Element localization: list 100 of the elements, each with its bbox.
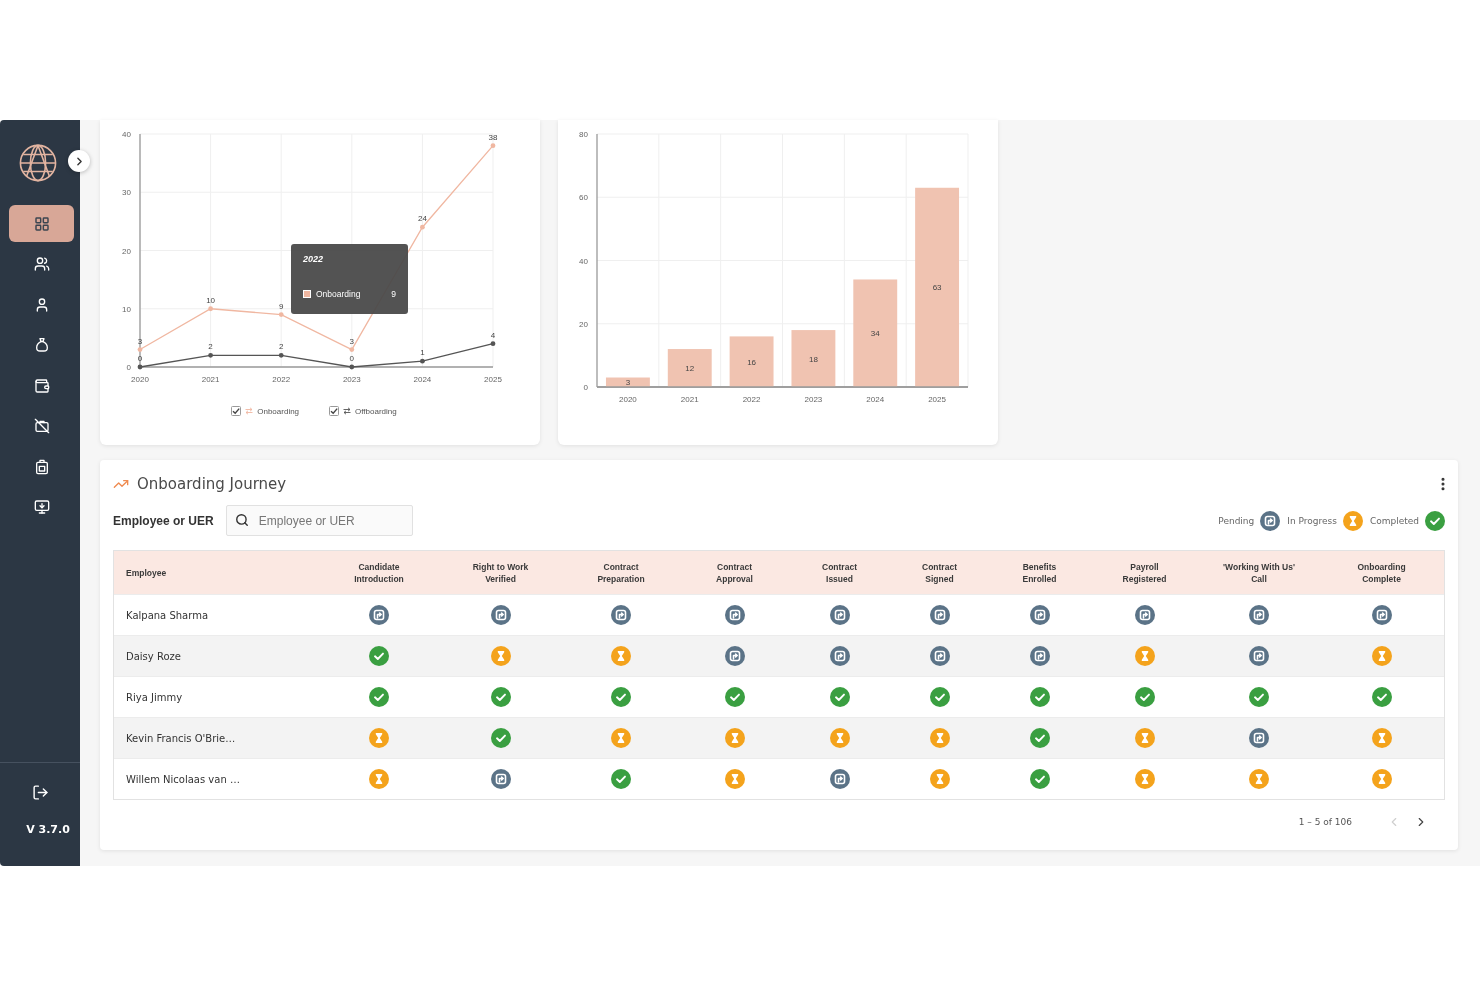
- data-label: 18: [808, 354, 818, 364]
- search-icon: [234, 513, 249, 527]
- chart-point: [278, 312, 284, 317]
- briefcase-off-icon: [33, 418, 50, 434]
- chart-bar: [729, 336, 774, 387]
- column-header: Benefits Enrolled: [1021, 560, 1058, 585]
- axis-tick-label: 2021: [680, 395, 699, 404]
- axis-tick-label: 2020: [131, 375, 149, 384]
- globe-logo: [19, 144, 57, 182]
- data-label: 3: [625, 378, 631, 388]
- column-header: Contract Approval: [715, 560, 754, 585]
- monitor-download-icon: [33, 499, 50, 515]
- chart-point: [420, 358, 425, 364]
- column-header: Contract Preparation: [596, 560, 646, 585]
- table-cell-text: Riya Jimmy: [125, 691, 184, 703]
- data-label: 9: [278, 301, 284, 311]
- axis-tick-label: 0: [126, 363, 131, 372]
- column-header: Candidate Introduction: [353, 560, 405, 585]
- legend-label: Pending: [1218, 515, 1255, 526]
- axis-tick-label: 2023: [342, 375, 361, 384]
- data-label: 16: [747, 357, 757, 367]
- tooltip-value: 9: [391, 289, 396, 299]
- users-icon: [33, 256, 50, 272]
- axis-tick-label: 40: [122, 130, 131, 139]
- tooltip-title: 2022: [303, 253, 324, 265]
- legend-checkbox[interactable]: [231, 406, 242, 416]
- arrows-icon: [245, 407, 254, 415]
- arrows-icon: [343, 407, 352, 415]
- data-label: 10: [206, 295, 216, 305]
- column-header: Onboarding Complete: [1356, 560, 1407, 585]
- axis-tick-label: 80: [579, 130, 588, 139]
- chart-point: [420, 224, 425, 230]
- column-header: Payroll Registered: [1121, 560, 1168, 585]
- card-title: Onboarding Journey: [137, 475, 287, 493]
- chart-point: [137, 347, 143, 352]
- legend-label: Onboarding: [257, 406, 300, 416]
- table-cell-text: Kevin Francis O'Brie…: [125, 732, 237, 744]
- chart-point: [490, 341, 496, 347]
- swatch-icon: [303, 290, 311, 298]
- chart-point: [208, 352, 213, 358]
- axis-tick-label: 2023: [804, 395, 823, 404]
- axis-tick-label: 2020: [619, 395, 637, 404]
- data-label: 2: [278, 342, 284, 352]
- case-icon: [33, 458, 50, 475]
- chart-point: [349, 364, 355, 370]
- data-label: 63: [932, 283, 942, 293]
- axis-tick-label: 60: [579, 193, 588, 203]
- table-cell-text: Kalpana Sharma: [125, 609, 210, 621]
- chart-point: [349, 347, 355, 352]
- wallet-icon: [33, 377, 50, 394]
- axis-tick-label: 20: [579, 319, 588, 329]
- axis-tick-label: 2025: [484, 375, 502, 384]
- chart-bar: [667, 349, 712, 387]
- axis-tick-label: 2021: [201, 375, 220, 384]
- data-label: 0: [349, 354, 355, 363]
- expand-button[interactable]: [68, 150, 90, 172]
- column-header: Right to Work Verified: [471, 560, 530, 585]
- axis-tick-label: 30: [122, 188, 131, 198]
- table-cell-text: Willem Nicolaas van …: [125, 773, 241, 785]
- version-label: V 3.7.0: [25, 823, 70, 836]
- column-header: Contract Issued: [821, 560, 858, 585]
- data-label: 0: [137, 354, 143, 363]
- legend-checkbox[interactable]: [329, 406, 340, 416]
- data-label: 1: [420, 348, 425, 358]
- tooltip-label: Onboarding: [316, 289, 361, 299]
- axis-tick-label: 10: [122, 304, 131, 314]
- chart-point: [208, 306, 213, 312]
- axis-tick-label: 2022: [272, 375, 291, 384]
- logout-icon[interactable]: [31, 783, 49, 801]
- pagination-range: 1 – 5 of 106: [1298, 817, 1352, 827]
- filter-label: Employee or UER: [113, 513, 214, 528]
- axis-tick-label: 2024: [413, 375, 432, 384]
- legend-label: Offboarding: [355, 406, 397, 416]
- legend-label: Completed: [1369, 515, 1419, 526]
- chart-point: [278, 352, 284, 358]
- data-label: 34: [870, 329, 880, 339]
- chart-point: [137, 364, 143, 370]
- search-field[interactable]: Employee or UER: [225, 505, 413, 536]
- data-label: 3: [137, 336, 143, 346]
- data-label: 12: [685, 364, 695, 373]
- chart-bar: [791, 330, 836, 387]
- data-label: 3: [349, 336, 355, 346]
- axis-tick-label: 0: [583, 383, 588, 392]
- grid-icon: [33, 215, 50, 232]
- chart-bar: [605, 377, 650, 387]
- money-bag-icon: [33, 337, 50, 353]
- data-label: 2: [208, 342, 213, 352]
- legend-label: In Progress: [1287, 515, 1337, 526]
- column-header: Employee: [126, 566, 167, 579]
- axis-tick-label: 2025: [928, 395, 946, 404]
- column-header: 'Working With Us' Call: [1222, 560, 1296, 585]
- column-header: Contract Signed: [921, 560, 958, 585]
- data-label: 4: [490, 330, 496, 340]
- data-label: 38: [488, 132, 498, 142]
- chart-point: [490, 143, 496, 149]
- data-label: 24: [417, 214, 427, 224]
- axis-tick-label: 20: [122, 246, 131, 256]
- axis-tick-label: 40: [579, 256, 588, 266]
- axis-tick-label: 2024: [866, 395, 885, 404]
- table-cell-text: Daisy Roze: [125, 650, 182, 662]
